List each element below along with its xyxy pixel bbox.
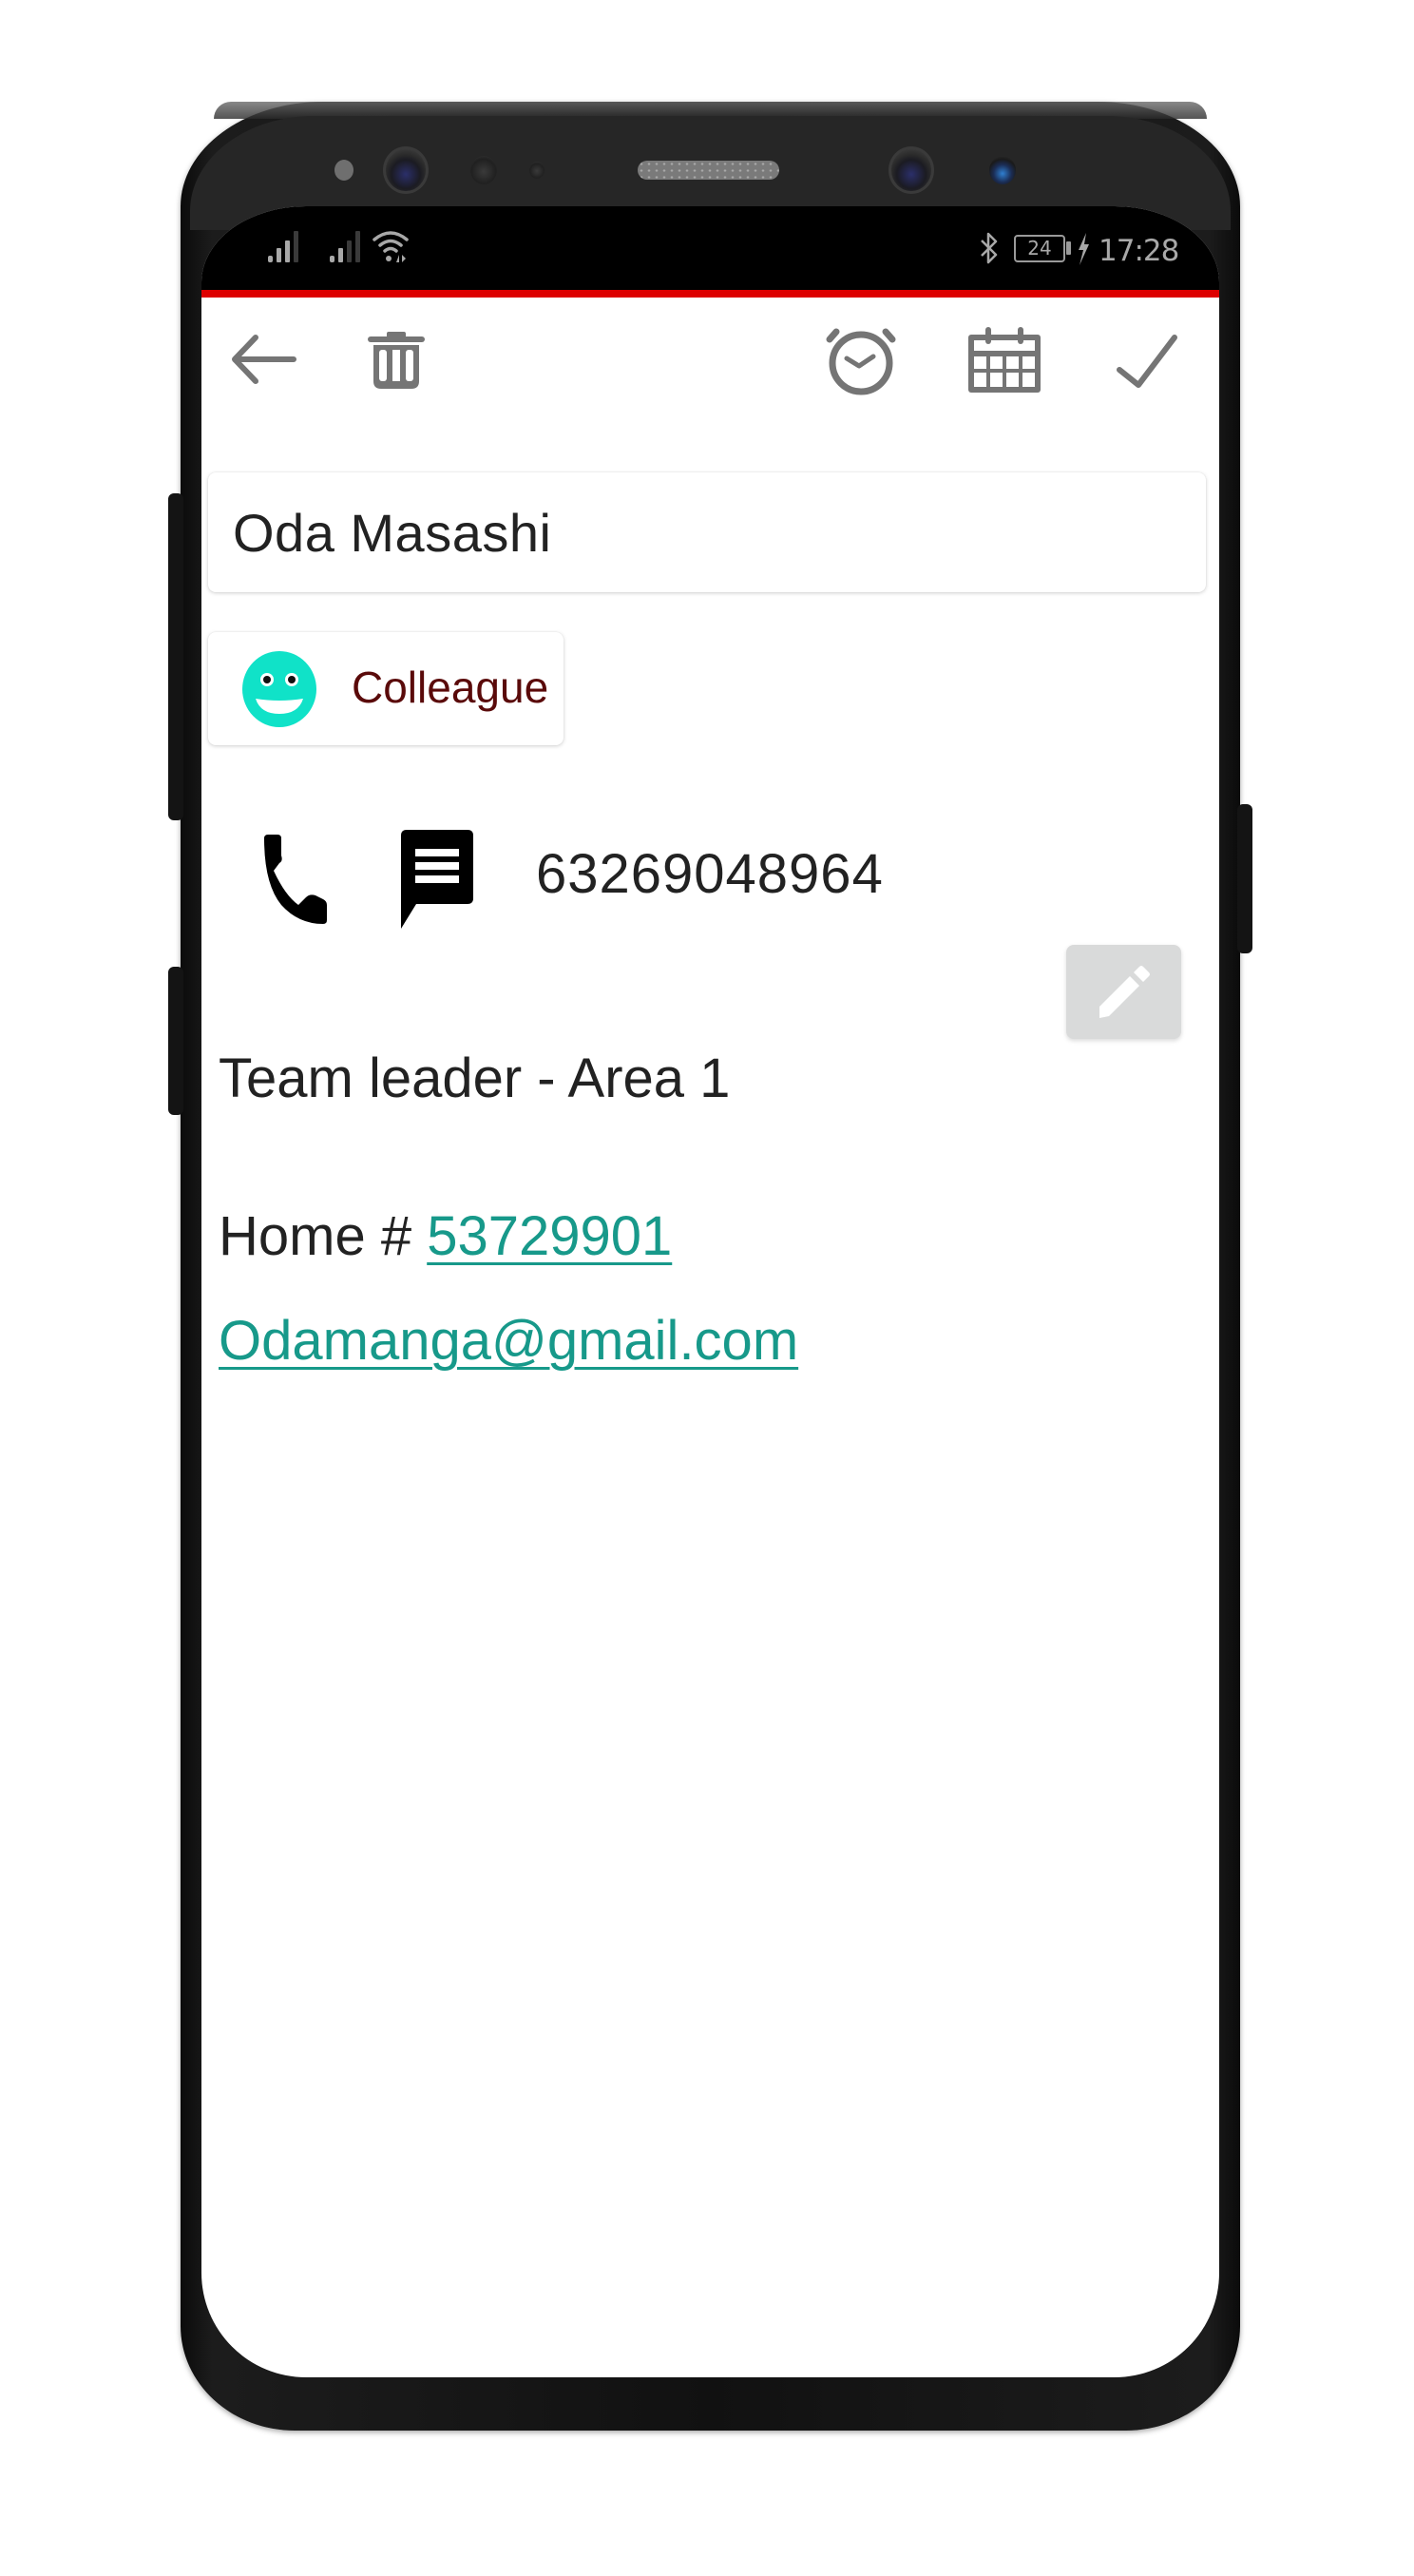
charging-bolt-icon: [1079, 233, 1089, 265]
iris-scanner: [989, 156, 1016, 184]
note-line-home: Home # 53729901: [219, 1203, 672, 1270]
bluetooth-icon: [981, 232, 998, 264]
pencil-icon: [1099, 965, 1150, 1018]
check-icon: [1117, 335, 1177, 388]
delete-button[interactable]: [354, 317, 439, 402]
reminder-button[interactable]: [819, 318, 905, 404]
status-bar: 24 17:28: [201, 206, 1219, 290]
volume-button: [168, 493, 183, 820]
calendar-icon: [968, 327, 1041, 393]
battery-nub: [1066, 241, 1071, 255]
battery-indicator: 24: [1014, 235, 1065, 262]
proximity-sensor: [334, 160, 354, 181]
status-time: 17:28: [1099, 234, 1179, 268]
smiley-face-icon: [242, 651, 316, 727]
power-button: [1237, 804, 1252, 953]
home-prefix: Home #: [219, 1205, 428, 1267]
signal-sim1-icon: [268, 231, 298, 262]
message-button[interactable]: [396, 830, 477, 929]
signal-sim2-icon: [330, 231, 360, 262]
trash-icon: [368, 332, 425, 389]
earpiece-speaker: [638, 161, 779, 180]
contact-name-field[interactable]: Oda Masashi: [208, 472, 1206, 592]
light-sensor: [470, 156, 497, 184]
wifi-icon: [373, 231, 409, 262]
note-line-role: Team leader - Area 1: [219, 1048, 731, 1109]
message-icon: [400, 830, 473, 929]
home-number-link[interactable]: 53729901: [427, 1205, 672, 1267]
call-button[interactable]: [251, 832, 336, 927]
email-link[interactable]: Odamanga@gmail.com: [219, 1310, 798, 1372]
phone-icon: [264, 835, 327, 924]
category-label: Colleague: [352, 663, 549, 712]
bixby-button: [168, 967, 183, 1115]
back-button[interactable]: [221, 317, 307, 402]
iris-camera: [383, 146, 429, 194]
save-button[interactable]: [1104, 318, 1190, 404]
phone-number[interactable]: 63269048964: [536, 841, 884, 908]
alarm-clock-icon: [826, 328, 896, 395]
category-chip[interactable]: Colleague: [208, 632, 564, 745]
arrow-left-icon: [232, 335, 296, 384]
status-led: [529, 162, 545, 179]
contact-name: Oda Masashi: [233, 502, 552, 563]
accent-line: [201, 290, 1219, 298]
front-camera: [889, 146, 934, 194]
calendar-button[interactable]: [962, 318, 1047, 404]
edit-notes-button[interactable]: [1066, 945, 1181, 1039]
note-line-email: Odamanga@gmail.com: [219, 1308, 798, 1375]
screen: 24 17:28 Oda Masashi Colleague 632690489…: [201, 206, 1219, 2377]
